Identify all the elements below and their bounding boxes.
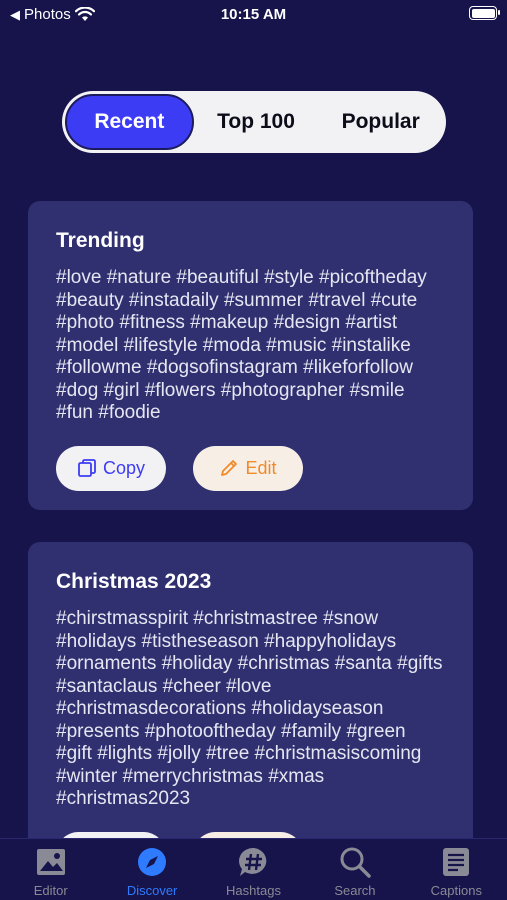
- edit-label: Edit: [245, 457, 277, 478]
- tab-label: Discover: [126, 883, 178, 898]
- hashtag-card: Trending #love #nature #beautiful #style…: [28, 201, 473, 510]
- tab-search[interactable]: Search: [304, 839, 405, 900]
- tab-editor[interactable]: Editor: [0, 839, 101, 900]
- tab-captions[interactable]: Captions: [406, 839, 507, 900]
- status-bar: ◀ Photos 10:15 AM: [0, 0, 507, 28]
- battery-icon: [469, 6, 500, 20]
- card-actions: Copy Edit: [56, 445, 445, 491]
- copy-button[interactable]: Copy: [56, 445, 166, 491]
- segment-recent[interactable]: Recent: [65, 94, 194, 150]
- tab-bar: Editor Discover Hashtags Search Captions: [0, 838, 507, 900]
- card-title: Christmas 2023: [56, 570, 212, 593]
- copy-label: Copy: [102, 457, 146, 478]
- magnifier-icon: [340, 847, 371, 878]
- segmented-control: Recent Top 100 Popular: [62, 91, 446, 153]
- hashtag-card: Christmas 2023 #chirstmasspirit #christm…: [28, 542, 473, 877]
- card-hashtags: #love #nature #beautiful #style #picofth…: [56, 267, 427, 423]
- photo-icon: [36, 849, 65, 875]
- segment-top-100[interactable]: Top 100: [194, 94, 319, 150]
- status-time: 10:15 AM: [220, 6, 287, 23]
- copy-icon: [78, 459, 96, 477]
- card-title: Trending: [56, 229, 145, 252]
- tab-label: Captions: [430, 883, 482, 898]
- tab-hashtags[interactable]: Hashtags: [203, 839, 304, 900]
- segment-popular[interactable]: Popular: [318, 94, 443, 150]
- tab-label: Editor: [33, 883, 68, 898]
- pencil-icon: [221, 460, 238, 476]
- tab-label: Search: [334, 883, 376, 898]
- hashtag-bubble-icon: [238, 847, 266, 876]
- tab-label: Hashtags: [226, 883, 281, 898]
- document-icon: [443, 848, 470, 876]
- card-hashtags: #chirstmasspirit #christmastree #snow #h…: [56, 608, 443, 809]
- tab-discover[interactable]: Discover: [101, 839, 202, 900]
- edit-button[interactable]: Edit: [193, 445, 303, 491]
- compass-icon: [138, 848, 167, 876]
